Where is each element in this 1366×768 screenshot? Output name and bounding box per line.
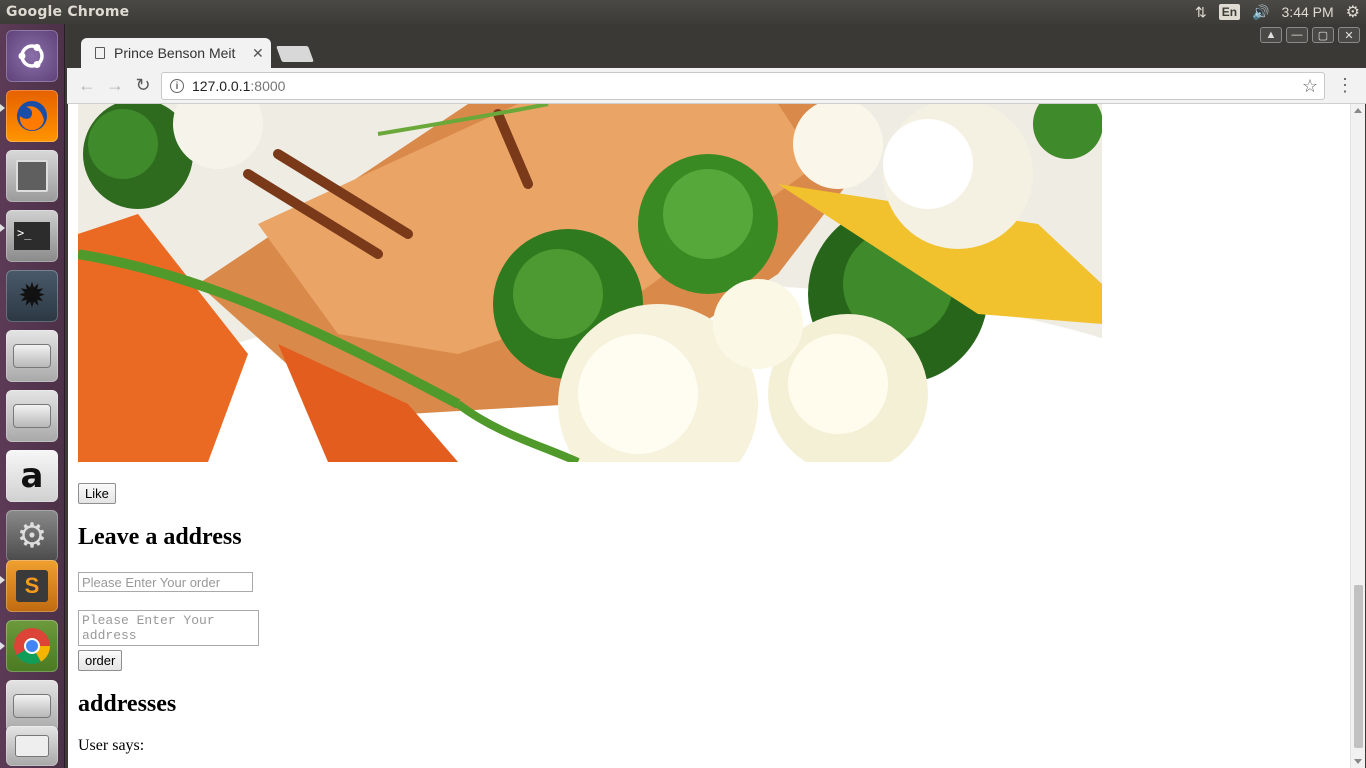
page-viewport: Like Leave a address Please Enter Your o… bbox=[68, 104, 1365, 768]
launcher-disk-drive-icon[interactable] bbox=[6, 680, 58, 732]
window-controls: ▲ — ▢ ✕ bbox=[1260, 27, 1360, 43]
site-info-icon[interactable]: i bbox=[170, 79, 184, 93]
launcher-system-settings-icon[interactable]: ⚙ bbox=[6, 510, 58, 562]
active-app-name: Google Chrome bbox=[6, 4, 130, 20]
scroll-down-icon[interactable] bbox=[1354, 759, 1362, 764]
url-port: :8000 bbox=[250, 78, 286, 94]
launcher-chrome-icon[interactable] bbox=[6, 620, 58, 672]
page-scrollbar[interactable] bbox=[1350, 104, 1365, 768]
launcher-sublime-text-icon[interactable]: S bbox=[6, 560, 58, 612]
power-gear-icon[interactable]: ⚙ bbox=[1346, 2, 1360, 22]
salmon-vegetables-image bbox=[78, 104, 1102, 462]
top-panel: Google Chrome ⇅ En 🔊 3:44 PM ⚙ bbox=[0, 0, 1366, 24]
launcher-disk-drive-icon[interactable] bbox=[6, 390, 58, 442]
like-button[interactable]: Like bbox=[78, 483, 116, 504]
forward-icon[interactable]: → bbox=[101, 72, 129, 100]
address-bar[interactable]: i 127.0.0.1:8000 ☆ bbox=[161, 72, 1325, 100]
tab-strip: Prince Benson Meit ✕ ▲ — ▢ ✕ bbox=[67, 24, 1366, 68]
tab-title: Prince Benson Meit bbox=[114, 45, 236, 61]
profile-icon[interactable]: ▲ bbox=[1260, 27, 1282, 43]
volume-icon[interactable]: 🔊 bbox=[1252, 4, 1269, 21]
minimize-icon[interactable]: — bbox=[1286, 27, 1308, 43]
scroll-thumb[interactable] bbox=[1354, 585, 1363, 748]
launcher-ubuntu-dash-icon[interactable] bbox=[6, 30, 58, 82]
new-tab-button[interactable] bbox=[276, 46, 314, 62]
launcher-terminal-icon[interactable]: >_ bbox=[6, 210, 58, 262]
launcher-firefox-icon[interactable] bbox=[6, 90, 58, 142]
launcher-file-manager-icon[interactable] bbox=[6, 150, 58, 202]
tab-active[interactable]: Prince Benson Meit ✕ bbox=[81, 38, 271, 68]
page-icon bbox=[95, 47, 105, 59]
order-button[interactable]: order bbox=[78, 650, 123, 671]
reload-icon[interactable]: ↻ bbox=[129, 72, 157, 100]
launcher-amazon-icon[interactable]: a bbox=[6, 450, 58, 502]
network-icon[interactable]: ⇅ bbox=[1195, 4, 1207, 21]
back-icon[interactable]: ← bbox=[73, 72, 101, 100]
keyboard-language-indicator[interactable]: En bbox=[1218, 4, 1241, 20]
user-says-text: User says: bbox=[78, 737, 145, 754]
launcher: >_ ✹ a ⚙ S bbox=[0, 24, 65, 768]
close-window-icon[interactable]: ✕ bbox=[1338, 27, 1360, 43]
launcher-settings-gear-icon[interactable]: ✹ bbox=[6, 270, 58, 322]
scroll-up-icon[interactable] bbox=[1354, 108, 1362, 113]
system-tray: ⇅ En 🔊 3:44 PM ⚙ bbox=[1195, 0, 1366, 24]
close-tab-icon[interactable]: ✕ bbox=[252, 45, 264, 62]
url-host: 127.0.0.1 bbox=[192, 78, 251, 94]
address-textarea[interactable]: Please Enter Your address bbox=[78, 610, 259, 646]
bookmark-star-icon[interactable]: ☆ bbox=[1302, 76, 1318, 97]
browser-toolbar: ← → ↻ i 127.0.0.1:8000 ☆ ⋮ bbox=[67, 68, 1366, 104]
lang-badge: En bbox=[1218, 4, 1241, 20]
maximize-icon[interactable]: ▢ bbox=[1312, 27, 1334, 43]
clock[interactable]: 3:44 PM bbox=[1282, 4, 1334, 20]
chrome-menu-icon[interactable]: ⋮ bbox=[1336, 76, 1354, 94]
launcher-trash-icon[interactable] bbox=[6, 726, 58, 766]
chrome-window: Prince Benson Meit ✕ ▲ — ▢ ✕ ← → ↻ i 127… bbox=[67, 24, 1366, 768]
addresses-heading: addresses bbox=[78, 691, 177, 717]
address-textarea-placeholder: Please Enter Your address bbox=[82, 613, 215, 643]
form-heading: Leave a address bbox=[78, 524, 242, 550]
order-input-placeholder: Please Enter Your order bbox=[82, 574, 221, 590]
order-input[interactable]: Please Enter Your order bbox=[78, 572, 253, 592]
launcher-disk-drive-icon[interactable] bbox=[6, 330, 58, 382]
